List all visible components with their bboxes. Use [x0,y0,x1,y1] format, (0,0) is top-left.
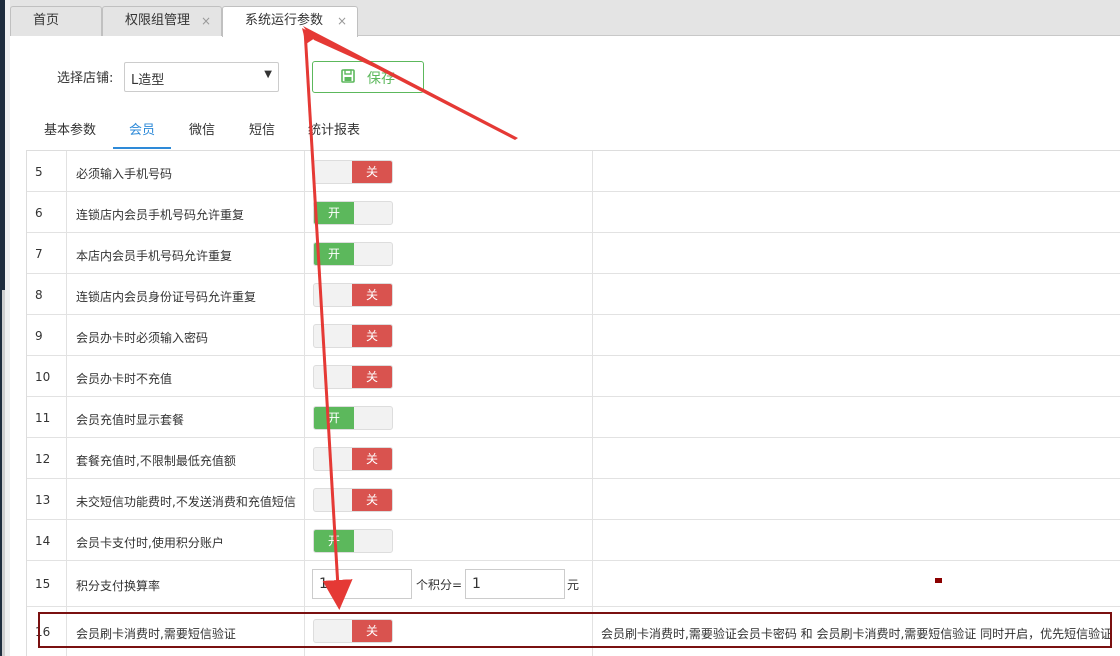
table-row: 14 会员卡支付时,使用积分账户 开 [27,520,1120,561]
left-scrollbar[interactable] [2,290,5,656]
points-equals-label: 个积分= [416,578,463,592]
table-row: 6 连锁店内会员手机号码允许重复 开 [27,192,1120,233]
points-input[interactable]: 1 [312,569,412,599]
table-row: 11 会员充值时显示套餐 开 [27,397,1120,438]
subtab-wechat[interactable]: 微信 [172,118,232,149]
row-number: 14 [35,534,51,548]
toggle-switch[interactable]: 开 [313,242,393,266]
toggle-switch[interactable]: 关 [313,488,393,512]
table-row: 7 本店内会员手机号码允许重复 开 [27,233,1120,274]
row-name: 未交短信功能费时,不发送消费和充值短信 [76,495,296,509]
row-number: 7 [35,247,43,261]
toggle-label: 关 [352,325,392,347]
table-row: 13 未交短信功能费时,不发送消费和充值短信 关 [27,479,1120,520]
row-name: 会员办卡时必须输入密码 [76,331,209,345]
table-row: 12 套餐充值时,不限制最低充值额 关 [27,438,1120,479]
row-name: 必须输入手机号码 [76,167,173,181]
close-icon[interactable]: × [337,7,347,35]
row-name: 套餐充值时,不限制最低充值额 [76,454,236,468]
save-button[interactable]: 保存 [312,61,424,93]
subtab-stats[interactable]: 统计报表 [292,118,376,149]
yuan-input[interactable]: 1 [465,569,565,599]
table-row: 9 会员办卡时必须输入密码 关 [27,315,1120,356]
yuan-unit-label: 元 [567,578,580,592]
row-name: 连锁店内会员身份证号码允许重复 [76,290,257,304]
subtab-basic[interactable]: 基本参数 [28,118,112,149]
row-number: 8 [35,288,43,302]
toggle-label: 关 [352,284,392,306]
tab-bar: 首页 权限组管理 × 系统运行参数 × [10,0,1120,37]
store-select[interactable]: L造型 ▼ [124,62,279,92]
toggle-label: 开 [314,243,354,265]
toggle-switch[interactable]: 关 [313,160,393,184]
save-button-label: 保存 [367,71,395,87]
row-number: 15 [35,577,51,591]
toggle-switch[interactable]: 关 [313,365,393,389]
row-number: 13 [35,493,51,507]
tab-label: 权限组管理 [125,13,191,28]
toggle-label: 关 [352,161,392,183]
toggle-switch[interactable]: 关 [313,283,393,307]
tab-permission-group[interactable]: 权限组管理 × [102,6,222,36]
toggle-switch[interactable]: 关 [313,447,393,471]
toggle-label: 开 [314,530,354,552]
tab-label: 系统运行参数 [245,13,324,28]
toggle-switch[interactable]: 开 [313,529,393,553]
left-nav-edge [5,0,10,656]
store-select-value: L造型 [131,73,165,88]
tab-system-params[interactable]: 系统运行参数 × [222,6,358,37]
row-name: 会员卡支付时,使用积分账户 [76,536,224,550]
highlight-box [38,612,1112,648]
toggle-label: 关 [352,366,392,388]
table-row: 15 积分支付换算率 1 个积分= 1 元 [27,561,1120,607]
table-row: 8 连锁店内会员身份证号码允许重复 关 [27,274,1120,315]
close-icon[interactable]: × [201,7,211,35]
toggle-label: 开 [314,202,354,224]
row-number: 5 [35,165,43,179]
row-number: 6 [35,206,43,220]
table-row: 10 会员办卡时不充值 关 [27,356,1120,397]
store-label: 选择店铺: [57,71,114,86]
row-name: 会员办卡时不充值 [76,372,173,386]
chevron-down-icon: ▼ [264,69,272,80]
row-name: 积分支付换算率 [76,579,161,593]
row-name: 本店内会员手机号码允许重复 [76,249,233,263]
save-icon [341,69,355,83]
subtab-sms[interactable]: 短信 [232,118,292,149]
row-name: 会员充值时显示套餐 [76,413,185,427]
tab-home[interactable]: 首页 [10,6,102,36]
toggle-switch[interactable]: 关 [313,324,393,348]
toggle-label: 关 [352,448,392,470]
row-number: 9 [35,329,43,343]
row-name: 连锁店内会员手机号码允许重复 [76,208,245,222]
row-number: 10 [35,370,51,384]
row-number: 12 [35,452,51,466]
subtab-member[interactable]: 会员 [113,118,171,149]
row-number: 11 [35,411,51,425]
marker-dot [935,578,942,583]
tab-label: 首页 [33,13,60,28]
toggle-label: 开 [314,407,354,429]
toggle-label: 关 [352,489,392,511]
table-row: 5 必须输入手机号码 关 [27,151,1120,192]
toggle-switch[interactable]: 开 [313,201,393,225]
params-table: 5 必须输入手机号码 关 6 连锁店内会员手机号码允许重复 开 7 本店内会员手… [26,150,1120,656]
toggle-switch[interactable]: 开 [313,406,393,430]
